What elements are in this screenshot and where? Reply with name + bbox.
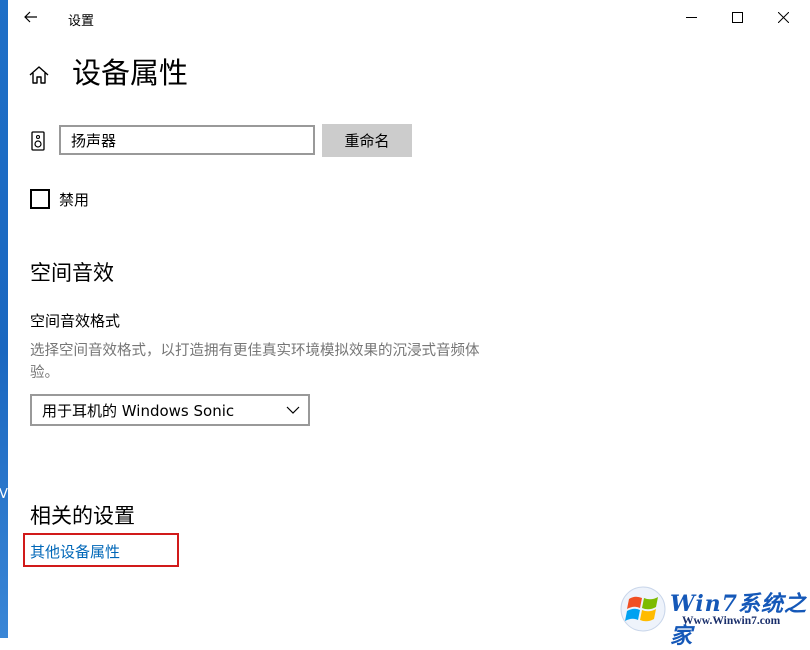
device-name-input[interactable] [59,125,315,155]
spatial-format-description: 选择空间音效格式，以打造拥有更佳真实环境模拟效果的沉浸式音频体验。 [30,343,480,381]
spatial-format-dropdown[interactable]: 用于耳机的 Windows Sonic [30,394,310,426]
minimize-icon [685,16,697,18]
rename-button[interactable]: 重命名 [322,124,412,157]
close-button[interactable] [760,0,806,34]
close-icon [777,11,789,23]
title-bar: 设置 [8,0,810,34]
minimize-button[interactable] [668,0,714,34]
settings-window: 设置 设备属性 重命名 禁用 空间音效 空间音效格式 选择空间音效 [8,0,810,649]
maximize-button[interactable] [714,0,760,34]
spatial-format-selected: 用于耳机的 Windows Sonic [42,401,235,420]
spatial-sound-heading: 空间音效 [30,261,114,285]
chevron-down-icon [286,406,300,414]
desktop-edge-text: V [0,487,8,502]
back-arrow-icon [24,11,37,23]
page-title: 设备属性 [72,56,189,90]
windows-logo-icon [620,586,666,632]
maximize-icon [731,11,743,23]
home-icon[interactable] [28,64,50,86]
speaker-icon [31,131,45,151]
watermark-url: Www.Winwin7.com [682,615,781,627]
desktop-edge: V [0,0,8,638]
highlight-annotation-box [23,533,179,567]
disable-checkbox[interactable] [30,189,50,209]
watermark: Win7系统之家 Www.Winwin7.com [612,582,810,649]
related-settings-heading: 相关的设置 [30,504,135,528]
disable-toggle-row[interactable]: 禁用 [30,188,89,210]
window-title: 设置 [68,14,95,29]
spatial-format-label: 空间音效格式 [30,312,121,330]
back-button[interactable] [8,0,54,34]
disable-label: 禁用 [59,190,90,209]
